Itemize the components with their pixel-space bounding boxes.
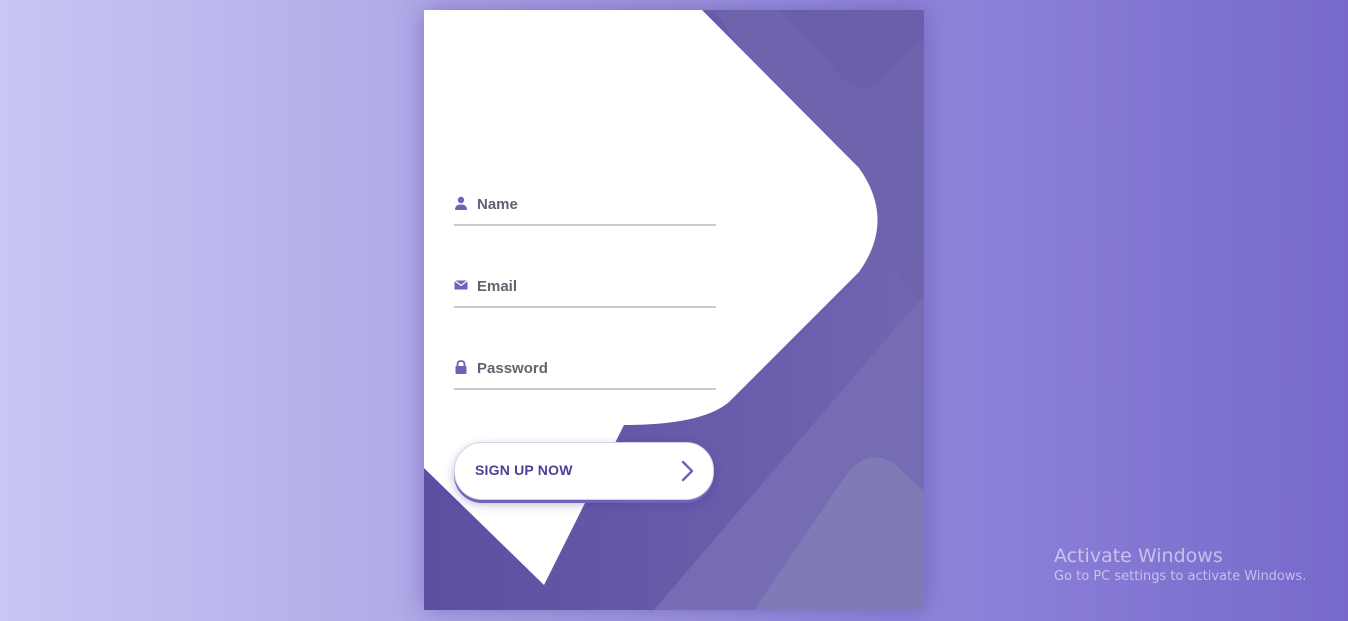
email-input[interactable] bbox=[477, 272, 713, 300]
user-icon bbox=[455, 196, 467, 210]
password-field bbox=[454, 354, 716, 390]
card-background bbox=[424, 10, 924, 610]
watermark-subtitle: Go to PC settings to activate Windows. bbox=[1054, 569, 1307, 584]
email-field bbox=[454, 272, 716, 308]
signup-card: SIGN UP NOW bbox=[424, 10, 924, 610]
sign-up-label: SIGN UP NOW bbox=[475, 462, 573, 478]
activate-windows-watermark: Activate Windows Go to PC settings to ac… bbox=[1054, 544, 1306, 586]
lock-icon bbox=[455, 360, 467, 374]
envelope-icon bbox=[454, 280, 468, 290]
name-field bbox=[454, 190, 716, 226]
sign-up-button[interactable]: SIGN UP NOW bbox=[454, 442, 714, 500]
name-input[interactable] bbox=[477, 190, 713, 218]
watermark-title: Activate Windows bbox=[1054, 545, 1223, 567]
password-input[interactable] bbox=[477, 354, 713, 382]
chevron-right-icon bbox=[681, 460, 694, 482]
